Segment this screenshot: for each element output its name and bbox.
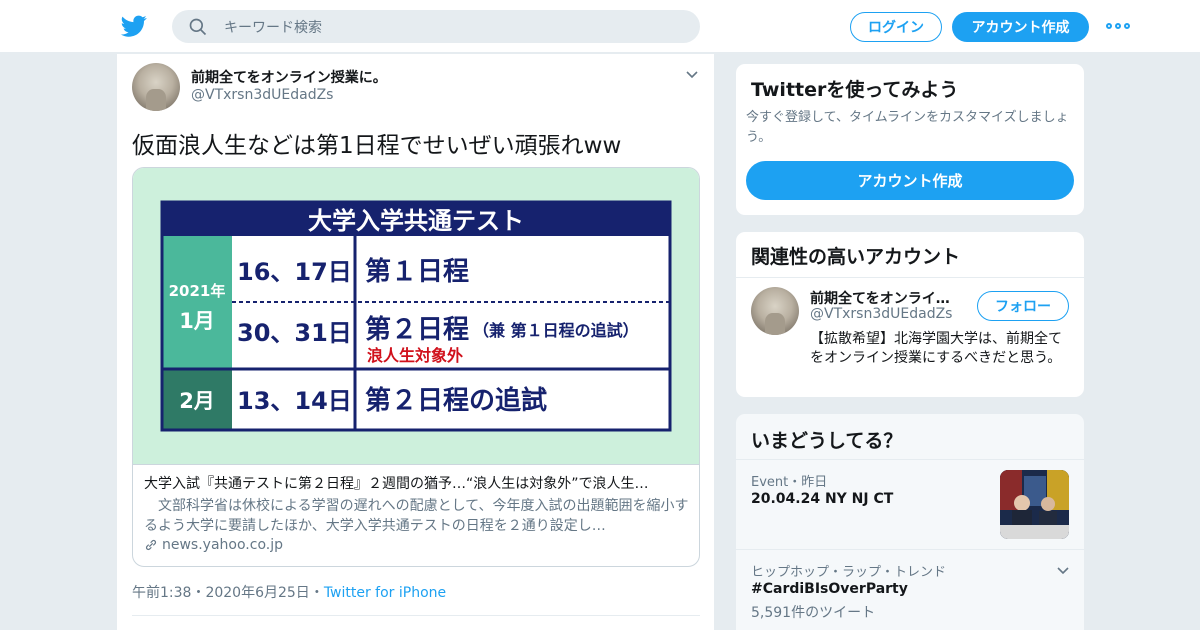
meta-separator: ・ [191,585,206,601]
tweet-time[interactable]: 午前1:38 [132,585,191,601]
search-icon [189,18,207,35]
card-title[interactable]: 大学入試『共通テストに第２日程』２週間の猶予…“浪人生は対象外”で浪人生… [144,473,684,493]
tweet-source[interactable]: Twitter for iPhone [324,585,446,601]
link-card[interactable]: 大学入学共通テスト 2021年 1月 2月 16、17日 第１日程 30、31日… [132,167,700,567]
related-account-bio: 【拡散希望】北海学園大学は、前期全てをオンライン授業にするべきだと思う。 [810,331,1062,366]
search-input[interactable]: キーワード検索 [224,17,322,37]
link-icon [145,539,157,551]
meta-separator: ・ [309,585,324,601]
tweet-detail: 前期全てをオンライン授業に。 @VTxrsn3dUEdadZs 仮面浪人生などは… [116,54,715,630]
trend-title[interactable]: #CardiBIsOverParty [751,581,908,597]
trend-count: 5,591件のツイート [751,605,876,621]
avatar[interactable] [751,287,799,335]
image-label1: 第１日程 [365,256,469,287]
card-domain: news.yahoo.co.jp [162,537,283,553]
image-banner: 大学入学共通テスト [308,207,524,235]
chevron-down-icon[interactable] [1056,566,1070,576]
search-box[interactable]: キーワード検索 [172,10,700,43]
related-heading: 関連性の高いアカウント [751,246,961,268]
tweet-meta: 午前1:38・2020年6月25日・Twitter for iPhone [132,582,446,602]
trend-meta: ヒップホップ・ラップ・トレンド [751,565,947,580]
tweet-date[interactable]: 2020年6月25日 [205,585,309,601]
image-month1: 1月 [179,309,215,333]
image-date1: 16、17日 [237,258,352,286]
divider [132,615,700,616]
divider [736,549,1084,550]
trends-heading: いまどうしてる？ [751,430,903,452]
divider [736,277,1084,278]
trends-panel: いまどうしてる？ Event・昨日 20.04.24 NY NJ CT ヒップホ… [735,413,1085,630]
create-account-button[interactable]: アカウント作成 [746,161,1074,200]
event-title[interactable]: 20.04.24 NY NJ CT [751,491,893,507]
try-twitter-heading: Twitterを使ってみよう [751,79,959,101]
tweet-text: 仮面浪人生などは第1日程でせいぜい頑張れww [132,133,622,159]
image-label3: 第２日程の追試 [365,385,547,416]
related-account-handle[interactable]: @VTxrsn3dUEdadZs [810,306,952,322]
signup-button[interactable]: アカウント作成 [952,12,1089,42]
card-description: 文部科学省は休校による学習の遅れへの配慮として、今年度入試の出題範囲を縮小するよ… [144,498,689,534]
image-date3: 13、14日 [237,387,352,415]
login-button[interactable]: ログイン [850,12,942,42]
top-bar: キーワード検索 ログイン アカウント作成 [0,0,1200,53]
image-date2: 30、31日 [237,319,352,347]
card-url[interactable]: news.yahoo.co.jp [144,537,283,553]
card-image: 大学入学共通テスト 2021年 1月 2月 16、17日 第１日程 30、31日… [133,168,699,465]
image-label2: 第２日程 [365,314,469,345]
avatar[interactable] [132,63,180,111]
event-meta: Event・昨日 [751,475,828,490]
try-twitter-sub: 今すぐ登録して、タイムラインをカスタマイズしましょう。 [746,110,1069,145]
related-accounts-panel: 関連性の高いアカウント 前期全てをオンライ… @VTxrsn3dUEdadZs … [735,231,1085,398]
tweet-author-name[interactable]: 前期全てをオンライン授業に。 [191,67,387,87]
tweet-author-handle[interactable]: @VTxrsn3dUEdadZs [191,87,333,103]
image-label2-sub: （兼 第１日程の追試） [473,321,639,340]
twitter-bird-icon[interactable] [120,13,148,39]
related-account-name[interactable]: 前期全てをオンライ… [810,288,950,308]
image-year: 2021年 [169,282,226,300]
image-label2-note: 浪人生対象外 [367,346,463,365]
try-twitter-panel: Twitterを使ってみよう 今すぐ登録して、タイムラインをカスタマイズしましょ… [735,63,1085,216]
divider [736,459,1084,460]
event-thumbnail[interactable] [1000,470,1069,539]
chevron-down-icon[interactable] [685,70,699,80]
more-dots-icon[interactable] [1106,22,1130,30]
image-month2: 2月 [179,389,215,413]
follow-button[interactable]: フォロー [977,291,1069,321]
